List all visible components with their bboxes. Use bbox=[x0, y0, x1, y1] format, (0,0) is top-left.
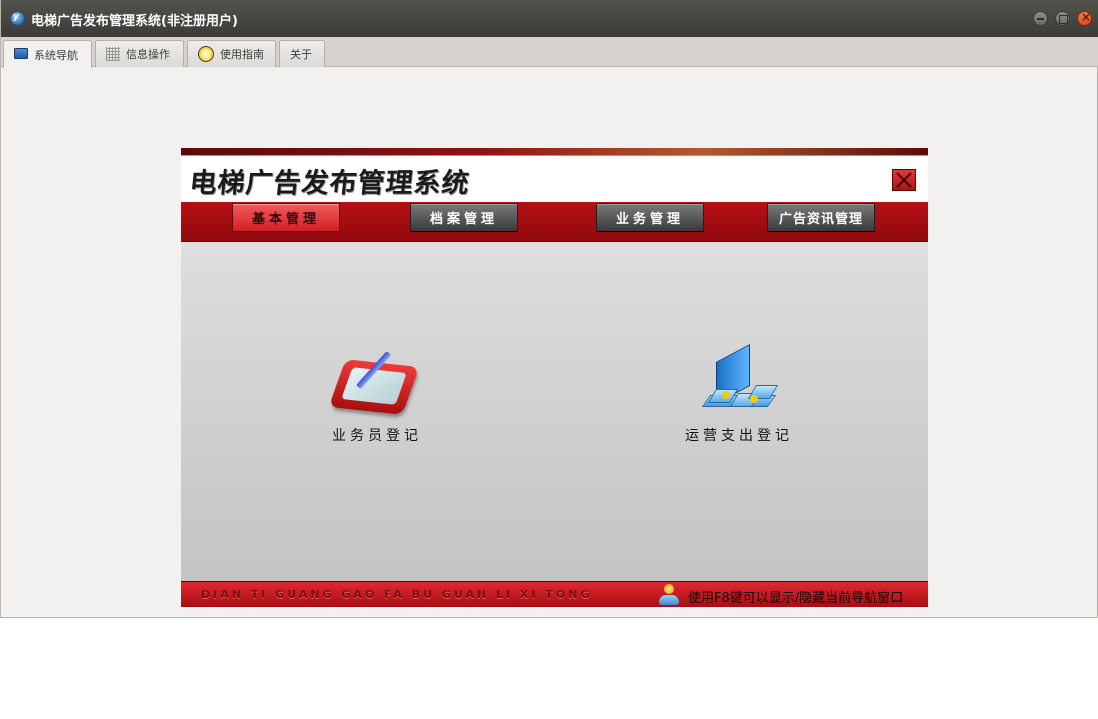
feature-label: 业务员登记 bbox=[332, 428, 422, 444]
minimize-button[interactable] bbox=[1033, 11, 1048, 26]
app-window: y 电梯广告发布管理系统(非注册用户) 系统导航 信息操作 使用指南 关于 电梯… bbox=[0, 0, 1098, 618]
panel-header: 电梯广告发布管理系统 bbox=[181, 155, 928, 202]
panel-top-stripe bbox=[181, 148, 928, 155]
user-hint-icon bbox=[658, 584, 680, 606]
tab-about[interactable]: 关于 bbox=[279, 40, 325, 67]
feature-operating-expense-register[interactable]: 运营支出登记 bbox=[683, 343, 795, 445]
tab-label: 信息操作 bbox=[126, 48, 170, 61]
tab-system-nav[interactable]: 系统导航 bbox=[3, 40, 92, 68]
close-window-button[interactable] bbox=[1077, 10, 1092, 26]
tablet-pen-icon bbox=[328, 349, 422, 421]
feature-salesman-register[interactable]: 业务员登记 bbox=[327, 349, 427, 445]
grid-icon bbox=[106, 47, 120, 61]
clock-icon bbox=[198, 46, 214, 62]
menu-archive-management[interactable]: 档案管理 bbox=[410, 203, 518, 232]
panel-footer: DIAN TI GUANG GAO FA BU GUAN LI XI TONG … bbox=[181, 581, 928, 607]
panel-close-button[interactable] bbox=[892, 169, 916, 191]
app-logo-icon: y bbox=[10, 11, 25, 26]
tab-user-guide[interactable]: 使用指南 bbox=[187, 40, 276, 67]
feature-label: 运营支出登记 bbox=[685, 428, 793, 444]
title-bar[interactable]: y 电梯广告发布管理系统(非注册用户) bbox=[1, 0, 1098, 37]
feature-area: 业务员登记 运营支出登记 bbox=[181, 242, 928, 581]
footer-hint: 使用F8键可以显示/隐藏当前导航窗口 bbox=[688, 591, 904, 606]
footer-pinyin: DIAN TI GUANG GAO FA BU GUAN LI XI TONG bbox=[201, 588, 593, 601]
monitor-icon bbox=[14, 48, 28, 59]
tab-bar: 系统导航 信息操作 使用指南 关于 bbox=[1, 37, 1098, 68]
menu-basic-management[interactable]: 基本管理 bbox=[232, 203, 340, 232]
maximize-button[interactable] bbox=[1055, 11, 1070, 26]
navigation-panel: 电梯广告发布管理系统 基本管理 档案管理 业务管理 广告资讯管理 业务员登记 运… bbox=[181, 148, 928, 607]
menu-business-management[interactable]: 业务管理 bbox=[596, 203, 704, 232]
monitor-documents-icon bbox=[694, 343, 784, 421]
tab-info-ops[interactable]: 信息操作 bbox=[95, 40, 184, 67]
tab-label: 使用指南 bbox=[220, 48, 264, 61]
module-menu-bar: 基本管理 档案管理 业务管理 广告资讯管理 bbox=[181, 202, 928, 242]
system-title: 电梯广告发布管理系统 bbox=[188, 168, 472, 199]
window-title: 电梯广告发布管理系统(非注册用户) bbox=[31, 14, 238, 29]
menu-ad-info-management[interactable]: 广告资讯管理 bbox=[767, 203, 875, 232]
tab-label: 系统导航 bbox=[34, 48, 78, 62]
tab-label: 关于 bbox=[290, 48, 312, 61]
